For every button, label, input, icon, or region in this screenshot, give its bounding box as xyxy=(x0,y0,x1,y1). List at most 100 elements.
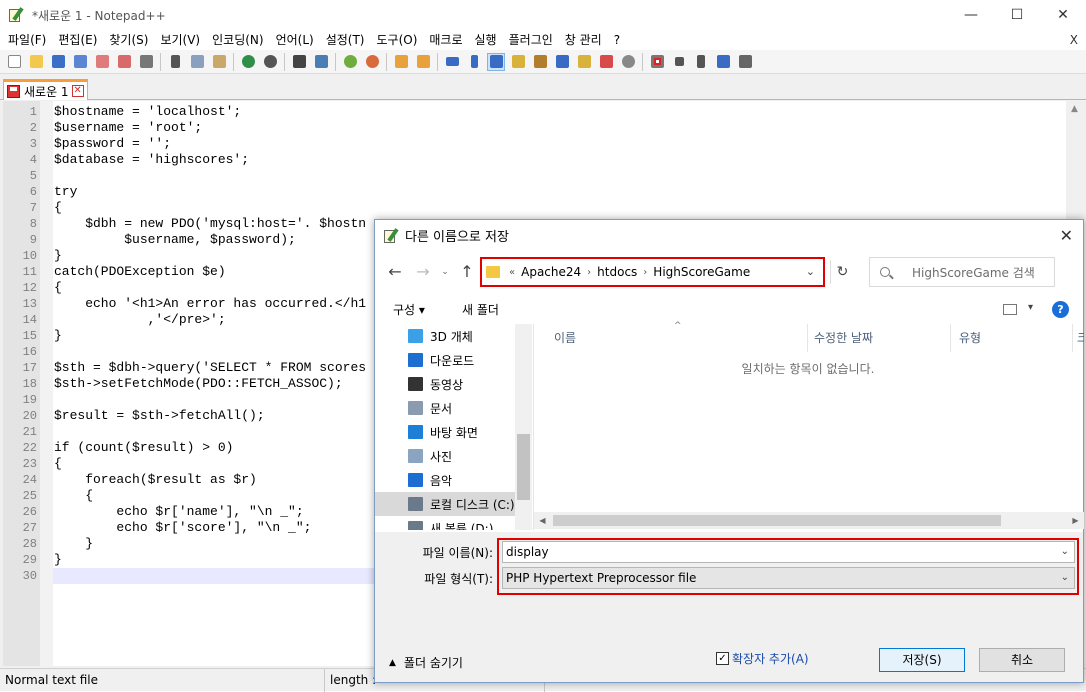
breadcrumb-htdocs[interactable]: htdocs xyxy=(597,265,637,279)
nav-item[interactable]: 새 볼륨 (D:) xyxy=(375,516,532,530)
menu-encoding[interactable]: 인코딩(N) xyxy=(206,30,269,50)
close-document-x[interactable]: X xyxy=(1070,30,1078,50)
cut-icon[interactable] xyxy=(166,53,184,71)
column-header-size[interactable]: 크 xyxy=(1073,324,1084,352)
filename-field[interactable]: display ⌄ xyxy=(502,541,1075,563)
print-icon[interactable] xyxy=(137,53,155,71)
menu-language[interactable]: 언어(L) xyxy=(270,30,320,50)
menu-plugins[interactable]: 플러그인 xyxy=(503,30,559,50)
menu-settings[interactable]: 설정(T) xyxy=(320,30,371,50)
close-file-icon[interactable] xyxy=(93,53,111,71)
code-line[interactable]: 6 try xyxy=(30,184,1063,200)
sync-horizontal-icon[interactable] xyxy=(414,53,432,71)
code-line[interactable]: 4 $database = 'highscores'; xyxy=(30,152,1063,168)
forward-arrow-icon[interactable]: → xyxy=(413,262,433,282)
save-button[interactable]: 저장(S) xyxy=(879,648,965,672)
chevron-down-icon[interactable]: ⌄ xyxy=(1061,542,1069,562)
checkbox-check-icon[interactable]: ✓ xyxy=(716,652,729,665)
minimize-button[interactable]: — xyxy=(948,0,994,30)
menu-help[interactable]: ? xyxy=(608,30,626,50)
breadcrumb-overflow[interactable]: « xyxy=(509,267,515,278)
find-icon[interactable] xyxy=(290,53,308,71)
view-options-icon[interactable] xyxy=(1003,304,1017,315)
play-macro-icon[interactable] xyxy=(692,53,710,71)
word-wrap-icon[interactable] xyxy=(443,53,461,71)
menu-run[interactable]: 실행 xyxy=(469,30,503,50)
add-extension-checkbox[interactable]: ✓ 확장자 추가(A) xyxy=(716,650,809,667)
nav-item[interactable]: 음악 xyxy=(375,468,532,492)
chevron-down-icon[interactable]: ⌄ xyxy=(1061,568,1069,588)
nav-item[interactable]: 바탕 화면 xyxy=(375,420,532,444)
menu-window[interactable]: 창 관리 xyxy=(559,30,608,50)
nav-item[interactable]: 다운로드 xyxy=(375,348,532,372)
nav-item[interactable]: 사진 xyxy=(375,444,532,468)
nav-item[interactable]: 3D 개체 xyxy=(375,324,532,348)
show-all-chars-icon[interactable] xyxy=(465,53,483,71)
replace-icon[interactable] xyxy=(312,53,330,71)
tab-new-1[interactable]: 새로운 1 ✕ xyxy=(3,79,88,100)
zoom-out-icon[interactable] xyxy=(363,53,381,71)
scroll-up-icon[interactable]: ▲ xyxy=(1066,101,1083,118)
chevron-down-icon[interactable]: ▾ xyxy=(1028,302,1033,313)
zoom-in-icon[interactable] xyxy=(341,53,359,71)
code-line[interactable]: 5 xyxy=(30,168,1063,184)
code-line[interactable]: 3 $password = ''; xyxy=(30,136,1063,152)
menu-view[interactable]: 보기(V) xyxy=(154,30,206,50)
scroll-left-icon[interactable]: ◀ xyxy=(534,512,551,529)
monitoring-icon[interactable] xyxy=(597,53,615,71)
paste-icon[interactable] xyxy=(210,53,228,71)
function-list-icon[interactable] xyxy=(553,53,571,71)
navigation-pane-scrollbar[interactable] xyxy=(515,324,532,530)
dialog-close-icon[interactable]: ✕ xyxy=(1060,226,1073,245)
hide-folders-toggle[interactable]: ▲ 폴더 숨기기 xyxy=(389,654,463,671)
menu-file[interactable]: 파일(F) xyxy=(2,30,52,50)
sync-vertical-icon[interactable] xyxy=(392,53,410,71)
recent-locations-chevron-icon[interactable]: ⌄ xyxy=(435,262,455,282)
menu-tools[interactable]: 도구(O) xyxy=(371,30,424,50)
breadcrumb-highscoregame[interactable]: HighScoreGame xyxy=(653,265,750,279)
document-map-icon[interactable] xyxy=(531,53,549,71)
menu-search[interactable]: 찾기(S) xyxy=(103,30,154,50)
nav-item[interactable]: 문서 xyxy=(375,396,532,420)
nav-item[interactable]: 동영상 xyxy=(375,372,532,396)
menu-macro[interactable]: 매크로 xyxy=(423,30,468,50)
copy-icon[interactable] xyxy=(188,53,206,71)
tab-close-icon[interactable]: ✕ xyxy=(71,85,84,97)
code-line[interactable]: 2 $username = 'root'; xyxy=(30,120,1063,136)
code-line[interactable]: 7{ xyxy=(30,200,1063,216)
run-macro-multiple-icon[interactable] xyxy=(714,53,732,71)
open-file-icon[interactable] xyxy=(27,53,45,71)
new-folder-button[interactable]: 새 폴더 xyxy=(462,301,499,318)
refresh-icon[interactable]: ↻ xyxy=(830,260,854,284)
chevron-down-icon[interactable]: ⌄ xyxy=(806,265,815,278)
close-button[interactable]: ✕ xyxy=(1040,0,1086,30)
back-arrow-icon[interactable]: ← xyxy=(385,262,405,282)
maximize-button[interactable]: ☐ xyxy=(994,0,1040,30)
column-header-modified[interactable]: 수정한 날짜 xyxy=(808,324,951,352)
record-macro-icon[interactable] xyxy=(648,53,666,71)
column-header-type[interactable]: 유형 xyxy=(951,324,1073,352)
panel-icon[interactable] xyxy=(619,53,637,71)
scroll-right-icon[interactable]: ▶ xyxy=(1067,512,1084,529)
breadcrumb-apache24[interactable]: Apache24 xyxy=(521,265,581,279)
address-bar[interactable]: « Apache24 › htdocs › HighScoreGame ⌄ xyxy=(480,257,825,287)
stop-macro-icon[interactable] xyxy=(670,53,688,71)
scroll-thumb[interactable] xyxy=(553,515,1001,526)
new-file-icon[interactable] xyxy=(5,53,23,71)
cancel-button[interactable]: 취소 xyxy=(979,648,1065,672)
save-all-icon[interactable] xyxy=(71,53,89,71)
close-all-icon[interactable] xyxy=(115,53,133,71)
column-header-name[interactable]: 이름 xyxy=(534,324,808,352)
menu-edit[interactable]: 편집(E) xyxy=(52,30,103,50)
file-list-horizontal-scrollbar[interactable]: ◀ ▶ xyxy=(534,512,1084,529)
filetype-select[interactable]: PHP Hypertext Preprocessor file ⌄ xyxy=(502,567,1075,589)
save-macro-icon[interactable] xyxy=(736,53,754,71)
help-icon[interactable]: ? xyxy=(1052,301,1069,318)
code-line[interactable]: 1 $hostname = 'localhost'; xyxy=(30,104,1063,120)
indent-guide-icon[interactable] xyxy=(487,52,505,71)
up-arrow-icon[interactable]: ↑ xyxy=(457,262,477,282)
save-icon[interactable] xyxy=(49,53,67,71)
organize-button[interactable]: 구성 ▾ xyxy=(393,301,425,318)
undo-icon[interactable] xyxy=(239,53,257,71)
search-box[interactable]: HighScoreGame 검색 xyxy=(869,257,1055,287)
